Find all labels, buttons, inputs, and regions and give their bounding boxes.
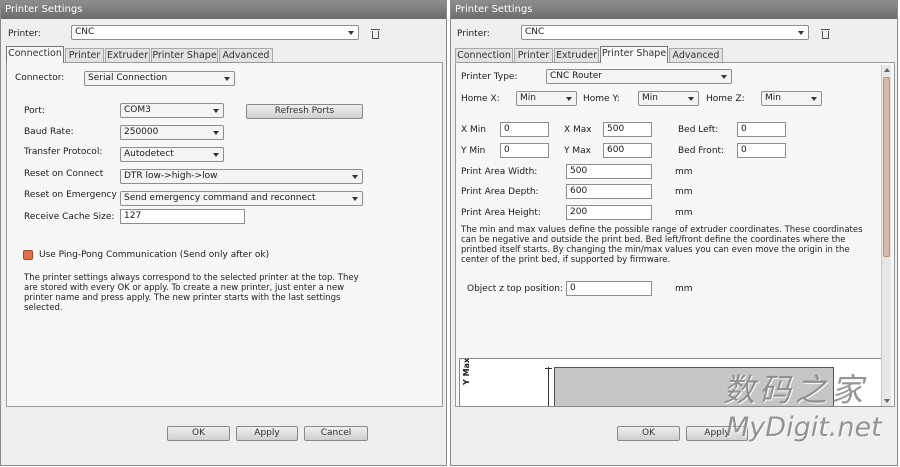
vertical-scrollbar[interactable]: [881, 65, 891, 406]
unit-label: mm: [675, 167, 693, 177]
home-y-label: Home Y:: [583, 94, 620, 104]
y-max-label: Y Max: [564, 146, 591, 156]
scroll-thumb[interactable]: [883, 77, 890, 257]
scroll-up-icon[interactable]: [884, 68, 890, 72]
print-area-height-label: Print Area Height:: [461, 208, 541, 218]
printer-type-select[interactable]: CNC Router: [546, 69, 732, 84]
bed-left-input[interactable]: 0: [737, 122, 786, 137]
unit-label: mm: [675, 187, 693, 197]
tab-printer[interactable]: Printer: [65, 48, 104, 62]
print-area-width-input[interactable]: 500: [566, 164, 652, 179]
bed-front-input[interactable]: 0: [737, 143, 786, 158]
tab-printer-shape[interactable]: Printer Shape: [151, 48, 218, 62]
printer-select[interactable]: CNC: [521, 25, 809, 40]
home-y-select[interactable]: Min: [638, 91, 699, 106]
x-max-input[interactable]: 500: [603, 122, 652, 137]
trash-icon[interactable]: [371, 29, 380, 39]
transfer-protocol-select[interactable]: Autodetect: [120, 147, 224, 162]
printer-label: Printer:: [8, 29, 41, 39]
info-line: are stored with every OK or apply. To cr…: [24, 283, 345, 293]
baud-rate-select[interactable]: 250000: [120, 125, 224, 140]
ping-pong-label: Use Ping-Pong Communication (Send only a…: [39, 250, 270, 260]
printer-select[interactable]: CNC: [71, 25, 359, 40]
reset-on-connect-label: Reset on Connect: [24, 169, 104, 179]
y-min-input[interactable]: 0: [500, 143, 549, 158]
bed-front-label: Bed Front:: [678, 146, 725, 156]
info-text: The min and max values define the possib…: [461, 225, 881, 265]
home-x-label: Home X:: [461, 94, 500, 104]
print-area-depth-input[interactable]: 600: [566, 184, 652, 199]
tab-bar: Connection Printer Extruder Printer Shap…: [455, 46, 895, 63]
info-line: selected.: [24, 303, 63, 313]
printer-type-label: Printer Type:: [461, 72, 518, 82]
scroll-down-icon[interactable]: [884, 399, 890, 403]
unit-label: mm: [675, 284, 693, 294]
reset-on-emergency-label: Reset on Emergency: [24, 190, 117, 200]
y-max-input[interactable]: 600: [603, 143, 652, 158]
info-line: center of the print bed, if supported by…: [461, 255, 671, 265]
y-max-axis-label: Y Max: [462, 358, 471, 385]
printer-settings-window-left: Printer Settings Printer: CNC Connection…: [0, 0, 447, 466]
info-line: printbed itself starts. By changing the …: [461, 245, 850, 255]
home-z-select[interactable]: Min: [761, 91, 822, 106]
print-area-width-label: Print Area Width:: [461, 167, 538, 177]
print-area-height-input[interactable]: 200: [566, 205, 652, 220]
object-z-top-label: Object z top position:: [467, 284, 564, 294]
print-area-depth-label: Print Area Depth:: [461, 187, 539, 197]
info-text: The printer settings always correspond t…: [24, 273, 424, 313]
info-line: The printer settings always correspond t…: [24, 273, 359, 283]
x-min-label: X Min: [461, 125, 486, 135]
tab-connection[interactable]: Connection: [6, 46, 64, 63]
ping-pong-checkbox[interactable]: [23, 250, 33, 260]
ok-button[interactable]: OK: [167, 426, 230, 441]
reset-on-connect-select[interactable]: DTR low->high->low: [120, 169, 363, 184]
info-line: The min and max values define the possib…: [461, 225, 863, 235]
info-line: can be negative and outside the print be…: [461, 235, 846, 245]
home-x-select[interactable]: Min: [516, 91, 577, 106]
reset-on-emergency-select[interactable]: Send emergency command and reconnect: [120, 191, 363, 206]
window-title: Printer Settings: [451, 1, 897, 19]
watermark-url: MyDigit.net: [726, 412, 882, 443]
cancel-button[interactable]: Cancel: [304, 426, 368, 441]
tab-bar: Connection Printer Extruder Printer Shap…: [6, 46, 446, 63]
y-min-label: Y Min: [461, 146, 486, 156]
tab-extruder[interactable]: Extruder: [554, 48, 599, 62]
connection-panel: Connector: Serial Connection Port: COM3 …: [6, 62, 443, 407]
port-select[interactable]: COM3: [120, 103, 224, 118]
tab-extruder[interactable]: Extruder: [105, 48, 150, 62]
tab-printer[interactable]: Printer: [514, 48, 553, 62]
tab-printer-shape[interactable]: Printer Shape: [600, 46, 668, 63]
ok-button[interactable]: OK: [617, 426, 680, 441]
watermark-logo: 数码之家: [723, 371, 868, 409]
tab-advanced[interactable]: Advanced: [669, 48, 723, 62]
refresh-ports-button[interactable]: Refresh Ports: [246, 104, 363, 119]
transfer-protocol-label: Transfer Protocol:: [24, 147, 103, 157]
port-label: Port:: [24, 106, 45, 116]
unit-label: mm: [675, 208, 693, 218]
tab-advanced[interactable]: Advanced: [219, 48, 273, 62]
apply-button[interactable]: Apply: [236, 426, 298, 441]
home-z-label: Home Z:: [706, 94, 745, 104]
window-title: Printer Settings: [1, 1, 446, 19]
connector-select[interactable]: Serial Connection: [84, 71, 235, 86]
x-min-input[interactable]: 0: [500, 122, 549, 137]
printer-shape-panel: Printer Type: CNC Router Home X: Min Hom…: [455, 62, 895, 407]
bed-left-label: Bed Left:: [678, 125, 719, 135]
receive-cache-label: Receive Cache Size:: [24, 212, 115, 222]
connector-label: Connector:: [15, 73, 65, 83]
baud-rate-label: Baud Rate:: [24, 127, 74, 137]
preview-axis-line: [548, 367, 549, 406]
trash-icon[interactable]: [821, 29, 830, 39]
info-line: printer name and press apply. The new pr…: [24, 293, 341, 303]
preview-axis-tick: [545, 368, 552, 369]
x-max-label: X Max: [564, 125, 592, 135]
object-z-top-input[interactable]: 0: [566, 281, 652, 296]
printer-label: Printer:: [457, 29, 490, 39]
receive-cache-input[interactable]: 127: [120, 209, 245, 224]
tab-connection[interactable]: Connection: [455, 48, 513, 62]
